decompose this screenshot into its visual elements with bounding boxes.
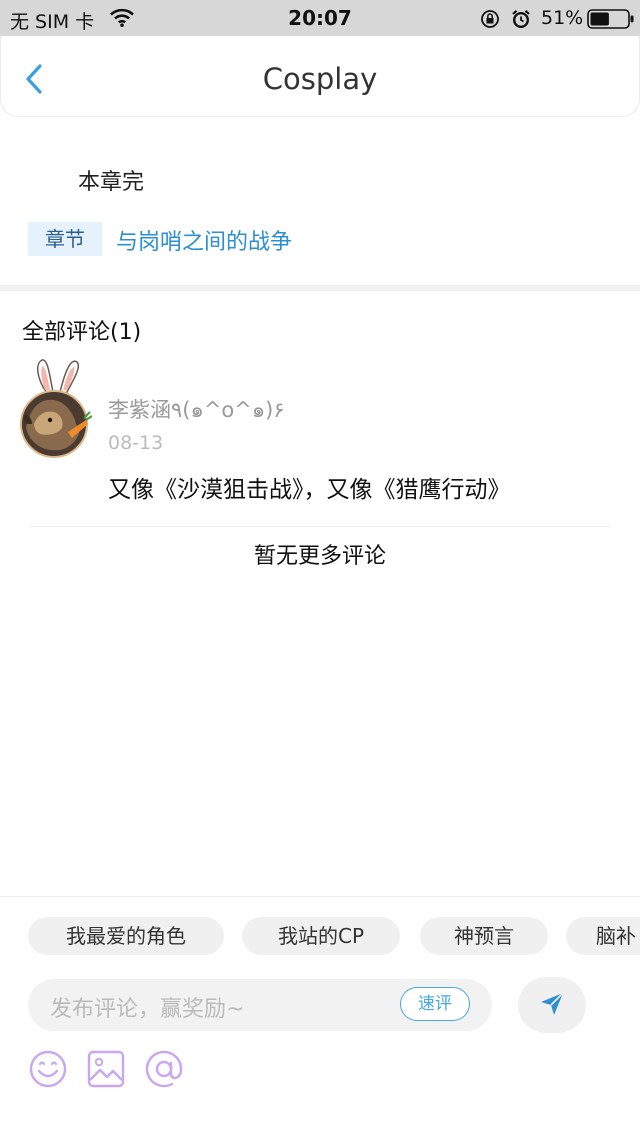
image-icon[interactable]: [86, 1049, 126, 1093]
chapter-tag: 章节: [28, 222, 102, 256]
alarm-icon: [511, 9, 531, 33]
section-divider: [0, 285, 640, 291]
battery-percent: 51%: [541, 7, 584, 29]
chapter-end-text: 本章完: [78, 170, 145, 195]
comment-date: 08-13: [108, 432, 164, 454]
quick-review-button[interactable]: 速评: [400, 987, 470, 1021]
chip-favorite-character[interactable]: 我最爱的角色: [28, 917, 224, 955]
chip-headcanon[interactable]: 脑补: [566, 917, 640, 955]
nav-bar: Cosplay: [0, 36, 640, 117]
comments-header: 全部评论(1): [22, 320, 142, 345]
comment-input-placeholder: 发布评论，赢奖励~: [50, 997, 245, 1022]
mention-icon[interactable]: [144, 1049, 184, 1093]
avatar[interactable]: [20, 358, 93, 460]
send-icon: [541, 992, 564, 1015]
send-button[interactable]: [518, 977, 586, 1033]
chip-ship-cp[interactable]: 我站的CP: [242, 917, 400, 955]
chapter-link[interactable]: 与岗哨之间的战争: [116, 224, 292, 256]
battery-icon: [587, 9, 635, 33]
comment-composer: 我最爱的角色 我站的CP 神预言 脑补 发布评论，赢奖励~ 速评: [0, 896, 640, 1140]
quick-chips: 我最爱的角色 我站的CP 神预言 脑补: [28, 917, 640, 957]
no-more-comments: 暂无更多评论: [253, 544, 386, 569]
chip-prediction[interactable]: 神预言: [420, 917, 548, 955]
comment-username[interactable]: 李紫涵٩(๑^o^๑)۶: [108, 394, 285, 427]
page-title: Cosplay: [262, 62, 378, 96]
comment-input[interactable]: 发布评论，赢奖励~ 速评: [28, 979, 492, 1031]
status-bar: 无 SIM 卡 20:07 51%: [0, 0, 640, 36]
comment-divider: [30, 526, 610, 527]
orientation-lock-icon: [480, 9, 500, 33]
emoji-icon[interactable]: [28, 1049, 68, 1093]
comment-text[interactable]: 又像《沙漠狙击战》，又像《猎鹰行动》: [108, 470, 511, 504]
